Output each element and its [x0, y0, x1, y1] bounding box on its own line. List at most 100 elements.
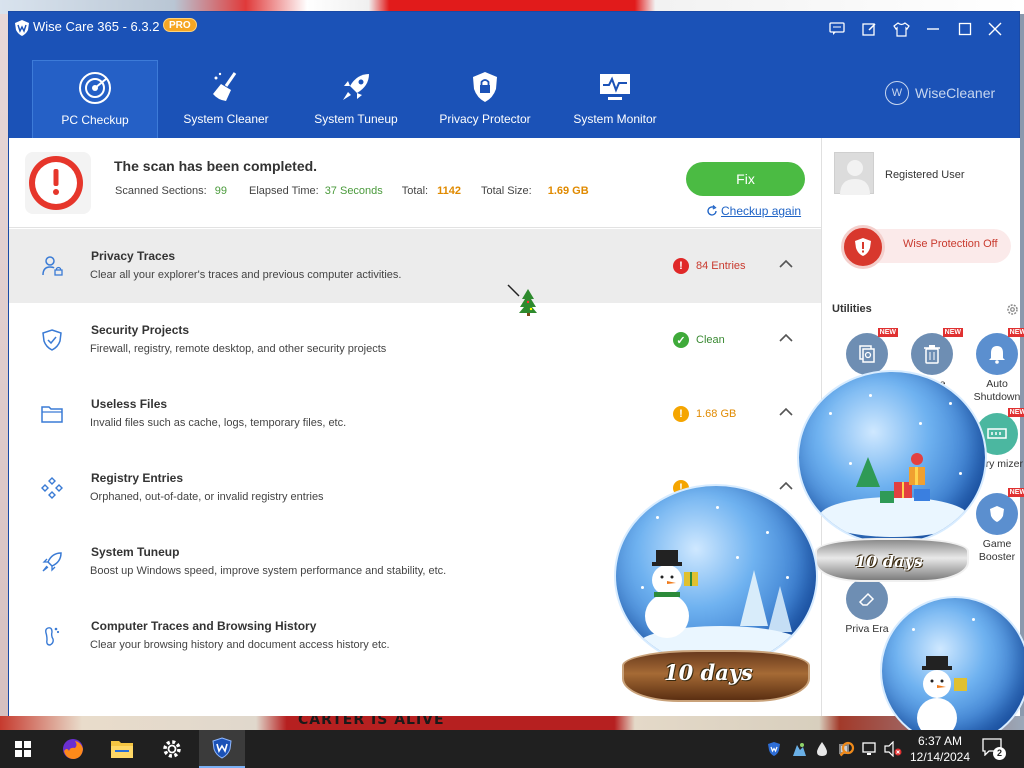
drop-icon[interactable]	[813, 740, 831, 758]
notification-center[interactable]: 2	[982, 738, 1006, 760]
checkup-again-label: Checkup again	[721, 204, 802, 218]
chevron-up-icon[interactable]	[779, 259, 793, 269]
user-name[interactable]: Registered User	[885, 169, 964, 181]
edit-icon[interactable]	[859, 19, 879, 39]
elapsed-label: Elapsed Time:	[248, 185, 319, 197]
days-label: 10 days	[855, 552, 923, 571]
snowman-icon	[917, 656, 967, 738]
tab-privacy-protector[interactable]: Privacy Protector	[422, 60, 548, 134]
monitor-pulse-icon	[600, 74, 630, 100]
notification-count: 2	[993, 747, 1006, 760]
network-icon[interactable]	[862, 740, 880, 758]
category-status: ! 1.68 GB	[673, 406, 736, 422]
shield-check-icon	[42, 329, 62, 351]
gift-boxes-icon	[856, 453, 930, 503]
status-text: 1.68 GB	[696, 408, 737, 420]
refresh-icon	[707, 205, 717, 216]
utilities-settings-icon[interactable]	[1006, 303, 1019, 316]
snowman-icon	[645, 550, 698, 638]
total-value: 1142	[437, 185, 461, 197]
tab-label: Privacy Protector	[439, 112, 531, 126]
app-logo-icon	[15, 20, 29, 36]
firefox-icon[interactable]	[50, 730, 96, 768]
windows-start-icon[interactable]	[0, 730, 46, 768]
days-label: 10 days	[664, 660, 753, 685]
wise-care-icon[interactable]	[199, 730, 245, 768]
warning-icon: !	[673, 406, 689, 422]
new-badge: NEW	[942, 328, 963, 337]
wisecleaner-brand[interactable]: W WiseCleaner	[885, 81, 995, 105]
volume-muted-icon[interactable]	[884, 740, 902, 758]
tab-system-monitor[interactable]: System Monitor	[552, 60, 678, 134]
maximize-icon[interactable]	[955, 19, 975, 39]
broom-icon	[213, 72, 237, 101]
category-title: System Tuneup	[91, 545, 180, 559]
category-desc: Firewall, registry, remote desktop, and …	[90, 343, 387, 355]
check-icon: ✓	[673, 332, 689, 348]
alert-icon	[25, 152, 91, 214]
desktop-wallpaper-bottom	[0, 716, 1024, 730]
rocket-icon	[343, 74, 369, 100]
chevron-up-icon[interactable]	[779, 333, 793, 343]
christmas-tree-cursor-icon	[507, 284, 537, 316]
tab-label: System Monitor	[573, 112, 657, 126]
category-security-projects[interactable]: Security Projects Firewall, registry, re…	[9, 303, 821, 377]
category-desc: Invalid files such as cache, logs, tempo…	[90, 417, 347, 429]
total-label: Total:	[401, 185, 429, 197]
snow-globe-bottom-right[interactable]	[880, 596, 1024, 746]
tray-person-icon[interactable]	[790, 740, 808, 758]
tab-label: PC Checkup	[61, 113, 129, 127]
search-orange-icon[interactable]	[838, 740, 856, 758]
wisecleaner-logo-icon: W	[885, 81, 909, 105]
main-navigation: PC Checkup System Cleaner System Tuneup	[9, 46, 1019, 138]
avatar[interactable]	[834, 152, 874, 195]
tab-system-tuneup[interactable]: System Tuneup	[293, 60, 419, 134]
category-useless-files[interactable]: Useless Files Invalid files such as cach…	[9, 377, 821, 451]
file-explorer-icon[interactable]	[99, 730, 145, 768]
tab-pc-checkup[interactable]: PC Checkup	[32, 60, 158, 138]
trash-icon: NEW	[911, 328, 963, 375]
tab-system-cleaner[interactable]: System Cleaner	[163, 60, 289, 134]
snow-globe-center[interactable]: 10 days	[614, 484, 818, 704]
clock-date: 12/14/2024	[909, 750, 971, 764]
category-desc: Clear your browsing history and document…	[90, 639, 390, 651]
elapsed-value: 37 Seconds	[324, 185, 383, 197]
new-badge: NEW	[1007, 328, 1024, 337]
wise-shield-icon[interactable]	[765, 740, 783, 758]
system-clock[interactable]: 6:37 AM 12/14/2024	[904, 733, 976, 765]
fix-button[interactable]: Fix	[686, 162, 805, 196]
bell-icon: NEW	[976, 328, 1024, 375]
settings-gear-icon[interactable]	[149, 730, 195, 768]
rocket-outline-icon	[42, 552, 62, 572]
tab-label: System Tuneup	[314, 112, 398, 126]
category-title: Useless Files	[91, 397, 168, 411]
error-icon: !	[673, 258, 689, 274]
new-badge: NEW	[1007, 408, 1024, 417]
pro-badge: PRO	[163, 18, 197, 32]
chevron-up-icon[interactable]	[779, 407, 793, 417]
skin-icon[interactable]	[891, 19, 911, 39]
sections-label: Scanned Sections:	[115, 185, 207, 197]
new-badge: NEW	[877, 328, 898, 337]
protection-status: Wise Protection Off	[903, 238, 998, 250]
checkup-again-link[interactable]: Checkup again	[706, 204, 801, 218]
status-text: Clean	[696, 334, 725, 346]
taskbar: 6:37 AM 12/14/2024 2	[0, 730, 1024, 768]
registry-icon	[41, 477, 63, 499]
scan-stats: Scanned Sections: 99 Elapsed Time: 37 Se…	[115, 185, 589, 197]
footprint-icon	[45, 627, 60, 646]
minimize-icon[interactable]	[923, 19, 943, 39]
lock-shield-icon	[473, 72, 497, 102]
category-privacy-traces[interactable]: Privacy Traces Clear all your explorer's…	[9, 229, 821, 303]
category-status: ✓ Clean	[673, 332, 725, 348]
wise-protection-toggle[interactable]: Wise Protection Off	[841, 225, 1011, 269]
snow-globe-top-right[interactable]: 10 days	[797, 370, 987, 584]
category-title: Privacy Traces	[91, 249, 176, 263]
feedback-icon[interactable]	[827, 19, 847, 39]
category-title: Computer Traces and Browsing History	[91, 619, 317, 633]
category-desc: Clear all your explorer's traces and pre…	[90, 269, 402, 281]
category-desc: Boost up Windows speed, improve system p…	[90, 565, 447, 577]
close-icon[interactable]	[985, 19, 1005, 39]
desktop-wallpaper-left	[0, 14, 8, 716]
folder-icon	[41, 406, 63, 423]
